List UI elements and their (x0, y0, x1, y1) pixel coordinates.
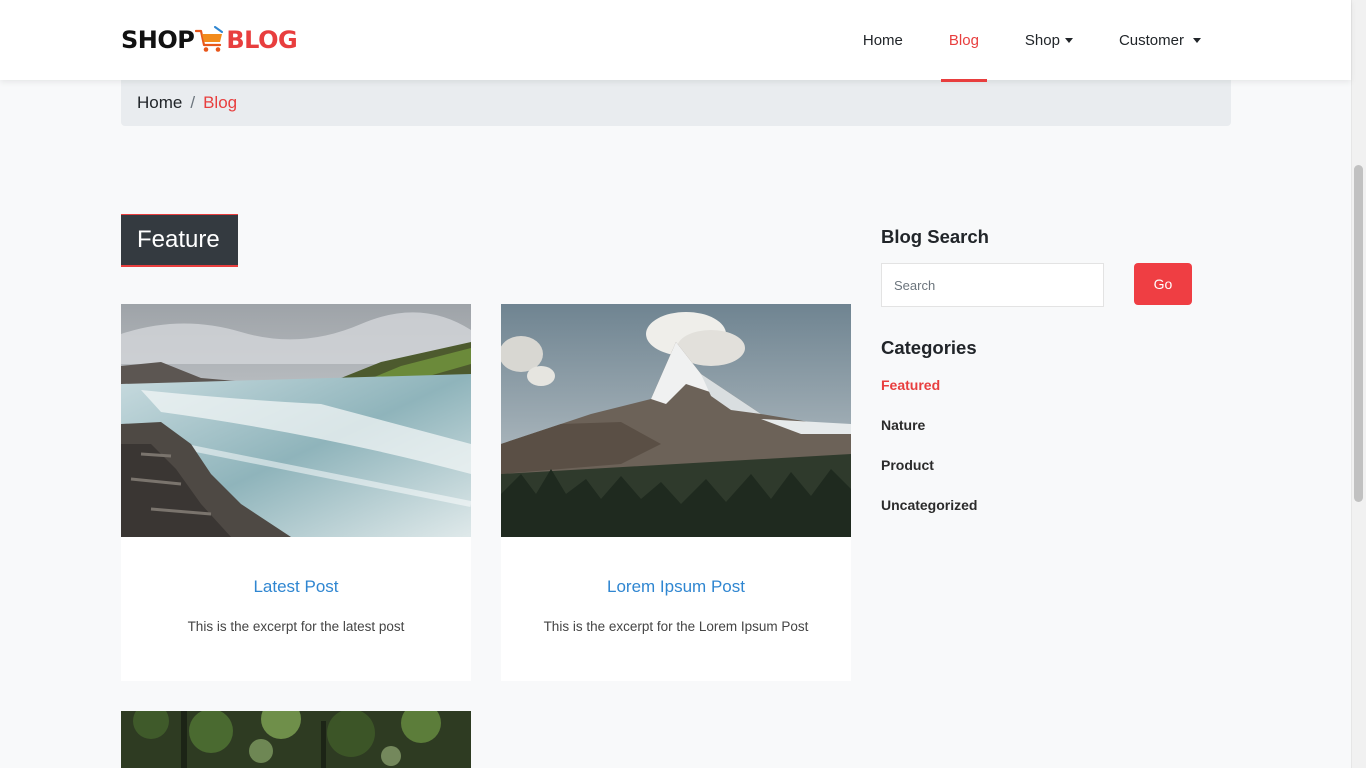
nav-blog-label: Blog (948, 31, 979, 49)
category-list: Featured Nature Product Uncategorized (881, 376, 977, 536)
post-card[interactable]: Latest Post This is the excerpt for the … (121, 304, 471, 681)
go-button[interactable]: Go (1134, 263, 1192, 305)
post-excerpt: This is the excerpt for the latest post (187, 619, 405, 634)
feature-heading: Feature (121, 214, 238, 267)
breadcrumb-separator: / (190, 93, 196, 112)
breadcrumb: Home / Blog (121, 80, 1231, 126)
post-card-body: Lorem Ipsum Post This is the excerpt for… (501, 537, 851, 681)
cart-icon (195, 26, 224, 52)
category-uncategorized[interactable]: Uncategorized (881, 496, 977, 536)
breadcrumb-home[interactable]: Home (137, 93, 182, 113)
scrollbar-track[interactable] (1351, 0, 1366, 768)
chevron-down-icon (1064, 37, 1073, 43)
brand-logo[interactable]: SHOP BLOG (121, 24, 298, 56)
post-title-link[interactable]: Lorem Ipsum Post (607, 577, 745, 596)
nav-customer-label: Customer (1118, 31, 1184, 49)
nav-home-label: Home (862, 31, 903, 49)
brand-blog-text: BLOG (226, 26, 298, 54)
nav-shop-label: Shop (1024, 31, 1060, 49)
category-featured[interactable]: Featured (881, 376, 977, 416)
post-card[interactable] (121, 711, 471, 768)
search-input[interactable] (881, 263, 1104, 307)
post-card[interactable]: Lorem Ipsum Post This is the excerpt for… (501, 304, 851, 681)
nav-blog[interactable]: Blog (940, 0, 987, 82)
nav-customer-dropdown[interactable]: Customer (1111, 0, 1209, 80)
navbar: SHOP BLOG Home Blog Shop Customer (0, 0, 1351, 82)
nav-menu: Home Blog Shop Customer (825, 0, 1209, 82)
post-image-forest[interactable] (121, 711, 471, 768)
breadcrumb-current: Blog (203, 93, 238, 112)
chevron-down-icon (1193, 37, 1201, 43)
category-nature[interactable]: Nature (881, 416, 977, 456)
scrollbar-thumb[interactable] (1354, 165, 1363, 502)
post-image-waterfall[interactable] (121, 304, 471, 537)
post-card-body: Latest Post This is the excerpt for the … (121, 537, 471, 681)
nav-shop-dropdown[interactable]: Shop (1017, 0, 1081, 80)
nav-home[interactable]: Home (855, 0, 911, 80)
brand-shop-text: SHOP (121, 26, 195, 54)
categories-heading: Categories (881, 337, 977, 358)
post-title-link[interactable]: Latest Post (253, 577, 338, 596)
post-excerpt: This is the excerpt for the Lorem Ipsum … (543, 619, 809, 634)
category-product[interactable]: Product (881, 456, 977, 496)
blog-search-heading: Blog Search (881, 226, 989, 247)
post-image-mountain[interactable] (501, 304, 851, 537)
